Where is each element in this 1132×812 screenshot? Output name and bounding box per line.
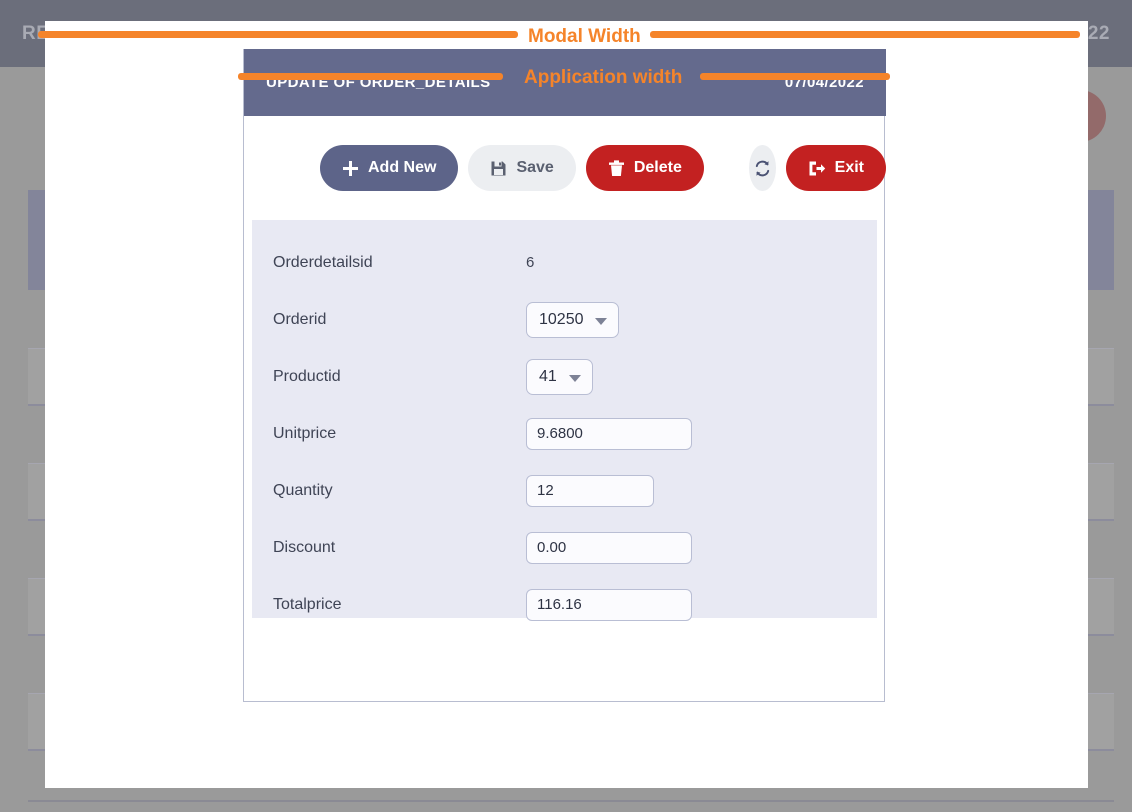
save-label: Save (516, 159, 554, 176)
unitprice-input[interactable] (526, 417, 692, 450)
refresh-button[interactable] (749, 145, 776, 191)
field-label-unitprice: Unitprice (273, 424, 337, 442)
exit-button[interactable]: Exit (785, 145, 886, 191)
delete-label: Delete (633, 159, 682, 176)
field-label-productid: Productid (273, 367, 341, 385)
refresh-icon (753, 159, 772, 178)
trash-icon (608, 159, 625, 177)
save-button[interactable]: Save (468, 145, 576, 191)
orderid-select[interactable]: 10250 (526, 301, 619, 338)
add-new-label: Add New (368, 159, 437, 176)
form-row-orderid: Orderid 10250 (252, 291, 877, 348)
field-label-totalprice: Totalprice (273, 595, 342, 613)
chevron-down-icon (595, 317, 607, 325)
exit-label: Exit (834, 159, 864, 176)
modal-width-label: Modal Width (528, 26, 641, 47)
background-footer-divider (28, 800, 1114, 802)
field-label-discount: Discount (273, 538, 336, 556)
productid-select[interactable]: 41 (526, 358, 593, 395)
application-card: UPDATE OF ORDER_DETAILS 07/04/2022 Add N… (243, 49, 886, 702)
field-value-orderdetailsid: 6 (526, 254, 535, 271)
field-label-quantity: Quantity (273, 481, 333, 499)
modal-width-line-left (38, 31, 518, 38)
add-new-button[interactable]: Add New (320, 145, 459, 191)
plus-icon (342, 160, 359, 177)
chevron-down-icon (569, 374, 581, 382)
orderid-select-value: 10250 (539, 310, 584, 328)
form-row-quantity: Quantity (252, 462, 877, 519)
logout-icon (808, 160, 826, 177)
quantity-input[interactable] (526, 474, 654, 507)
form-panel: Orderdetailsid 6 Orderid 10250 Productid… (252, 220, 877, 621)
productid-select-value: 41 (539, 367, 557, 385)
application-width-line-left (238, 73, 503, 80)
field-label-orderid: Orderid (273, 310, 327, 328)
toolbar-spacer (714, 168, 739, 169)
modal-toolbar: Add New Save Delete Exit (244, 116, 886, 220)
form-row-discount: Discount (252, 519, 877, 576)
discount-input[interactable] (526, 531, 692, 564)
form-row-productid: Productid 41 (252, 348, 877, 405)
totalprice-input[interactable] (526, 588, 692, 621)
application-width-label: Application width (524, 67, 683, 88)
form-row-orderdetailsid: Orderdetailsid 6 (252, 234, 877, 291)
modal-width-line-right (650, 31, 1080, 38)
delete-button[interactable]: Delete (585, 145, 704, 191)
form-row-unitprice: Unitprice (252, 405, 877, 462)
modal-overlay: UPDATE OF ORDER_DETAILS 07/04/2022 Add N… (45, 21, 1088, 788)
application-width-line-right (700, 73, 890, 80)
form-row-totalprice: Totalprice (252, 576, 877, 633)
floppy-disk-icon (490, 160, 507, 177)
field-label-orderdetailsid: Orderdetailsid (273, 253, 373, 271)
